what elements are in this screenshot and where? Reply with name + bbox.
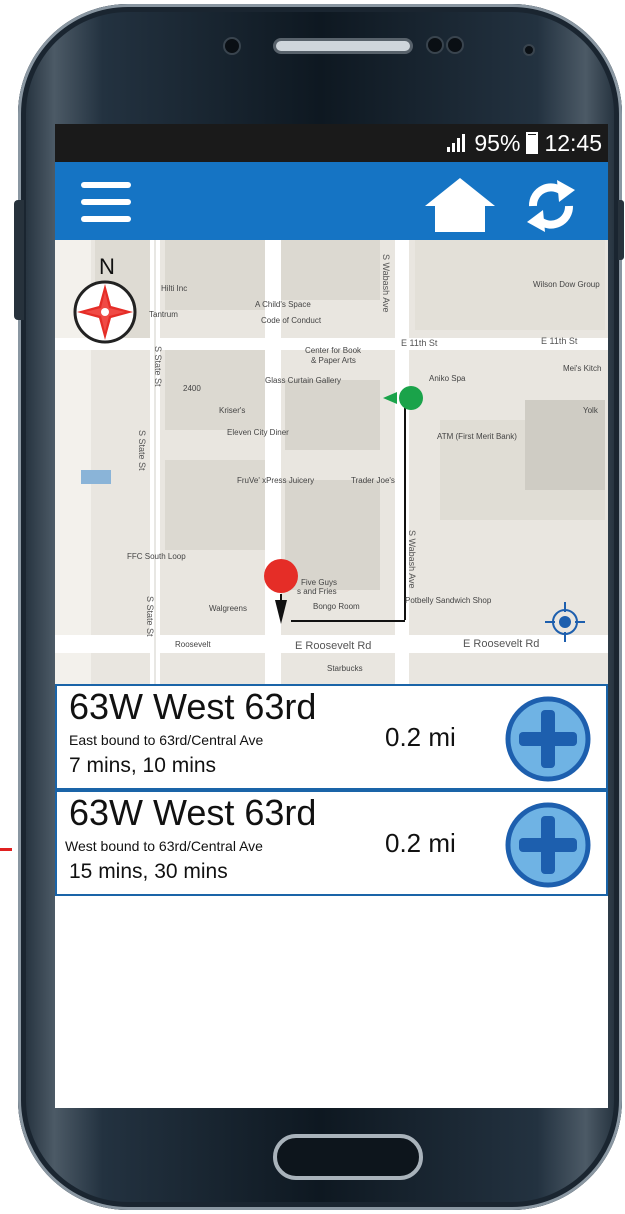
map-place-label[interactable]: ATM (First Merit Bank) — [437, 432, 517, 441]
map-street-label: E 11th St — [541, 336, 578, 346]
app-bar — [55, 162, 608, 240]
map-place-label[interactable]: Kriser's — [219, 406, 245, 415]
map-place-label[interactable]: Glass Curtain Gallery — [265, 376, 341, 385]
earpiece-speaker — [273, 38, 413, 54]
crosshair-icon — [545, 602, 585, 642]
destination-marker[interactable] — [381, 384, 425, 412]
map-street-label: S State St — [137, 430, 147, 471]
route-distance: 0.2 mi — [385, 722, 456, 752]
map-place-label[interactable]: Tantrum — [149, 310, 178, 319]
map-view[interactable]: S Wabash Ave E 11th St E 11th St S State… — [55, 240, 608, 684]
hardware-home-button[interactable] — [273, 1134, 423, 1180]
map-place-label[interactable]: Walgreens — [209, 604, 247, 613]
map-place-label[interactable]: Bongo Room — [313, 602, 360, 611]
route-distance: 0.2 mi — [385, 828, 456, 858]
refresh-icon — [527, 180, 575, 232]
route-direction: West bound to 63rd/Central Ave — [65, 838, 263, 854]
notification-led — [523, 44, 535, 56]
compass-icon — [73, 280, 137, 344]
compass-north-label: N — [99, 254, 115, 279]
map-place-label[interactable]: Yolk — [583, 406, 598, 415]
map-place-label[interactable]: s and Fries — [297, 587, 337, 596]
map-street-label: S Wabash Ave — [381, 254, 391, 313]
home-icon — [425, 178, 495, 232]
side-marker — [0, 848, 12, 851]
map-street-label: S Wabash Ave — [407, 530, 417, 589]
map-place-label[interactable]: Aniko Spa — [429, 374, 465, 383]
front-camera — [223, 37, 241, 55]
map-place-label[interactable]: & Paper Arts — [311, 356, 356, 365]
map-place-label[interactable]: Wilson Dow Group — [533, 280, 600, 289]
map-place-label[interactable]: Mei's Kitch — [563, 364, 601, 373]
map-place-label[interactable]: A Child's Space — [255, 300, 311, 309]
map-place-label[interactable]: Trader Joe's — [351, 476, 395, 485]
map-street-label: S State St — [153, 346, 163, 387]
add-icon — [505, 802, 591, 888]
map-street-label: S State St — [145, 596, 155, 637]
battery-percentage: 95% — [474, 129, 521, 156]
refresh-button[interactable] — [519, 174, 583, 238]
add-icon — [505, 696, 591, 782]
map-place-label[interactable]: Hilti Inc — [161, 284, 187, 293]
status-bar: 95% 12:45 — [55, 124, 608, 162]
volume-button[interactable] — [14, 200, 24, 320]
map-place-label[interactable]: Code of Conduct — [261, 316, 321, 325]
app-screen: 95% 12:45 S Wabash Ave E 11th St E 11th … — [55, 124, 608, 1108]
route-card[interactable]: 63W West 63rd West bound to 63rd/Central… — [55, 790, 608, 896]
add-route-button[interactable] — [505, 802, 591, 888]
proximity-sensor — [426, 36, 444, 54]
map-street-label: E Roosevelt Rd — [295, 640, 372, 652]
home-button[interactable] — [423, 176, 497, 234]
map-place-label[interactable]: FruVe' xPress Juicery — [237, 476, 314, 485]
compass[interactable]: N — [73, 254, 137, 344]
light-sensor — [446, 36, 464, 54]
map-place-label[interactable]: Roosevelt — [175, 640, 211, 649]
clock: 12:45 — [544, 129, 602, 156]
route-arrival-times: 15 mins, 30 mins — [69, 860, 228, 883]
route-name: 63W West 63rd — [69, 686, 317, 727]
route-arrival-times: 7 mins, 10 mins — [69, 754, 217, 777]
add-route-button[interactable] — [505, 696, 591, 782]
map-street-label: E 11th St — [401, 338, 438, 348]
map-place-label[interactable]: Eleven City Diner — [227, 428, 289, 437]
map-place-label[interactable]: Starbucks — [327, 664, 363, 673]
route-direction: East bound to 63rd/Central Ave — [69, 732, 264, 748]
my-location-button[interactable] — [545, 602, 585, 642]
battery-icon — [526, 132, 539, 154]
route-card[interactable]: 63W West 63rd East bound to 63rd/Central… — [55, 684, 608, 790]
power-button[interactable] — [618, 200, 624, 260]
map-place-label[interactable]: Five Guys — [301, 578, 337, 587]
map-place-label: 2400 — [183, 384, 201, 393]
map-place-label[interactable]: Center for Book — [305, 346, 361, 355]
route-name: 63W West 63rd — [69, 792, 317, 833]
menu-button[interactable] — [81, 180, 133, 224]
origin-marker[interactable] — [261, 558, 301, 628]
signal-icon — [447, 134, 466, 152]
map-place-label[interactable]: FFC South Loop — [127, 552, 186, 561]
map-place-label[interactable]: Potbelly Sandwich Shop — [405, 596, 491, 605]
map-street-label: E Roosevelt Rd — [463, 638, 540, 650]
